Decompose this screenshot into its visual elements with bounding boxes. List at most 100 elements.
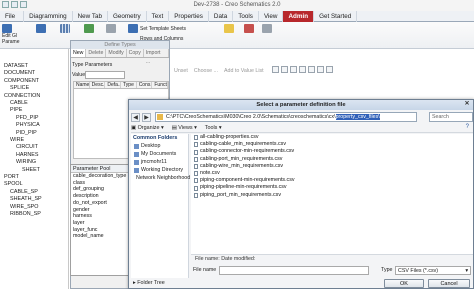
tree-item[interactable]: PFD_PIP bbox=[16, 115, 38, 122]
tree-item[interactable]: WIRE_SPO bbox=[10, 204, 38, 211]
action-button[interactable]: Add to Value List bbox=[221, 67, 267, 79]
file-item[interactable]: all-cabling-properties.csv bbox=[191, 134, 473, 141]
zoom-out-icon[interactable] bbox=[281, 66, 288, 73]
ribbon-btn-a[interactable] bbox=[36, 24, 46, 33]
tab-tools[interactable]: Tools bbox=[233, 11, 259, 22]
file-item[interactable]: piping_port_min_requirements.csv bbox=[191, 192, 473, 199]
zoom-in-icon[interactable] bbox=[272, 66, 279, 73]
tab-new-tab[interactable]: New Tab bbox=[73, 11, 108, 22]
tree-item[interactable]: PID_PIP bbox=[16, 130, 37, 137]
ribbon-btn-c[interactable] bbox=[84, 24, 94, 33]
cancel-button[interactable]: Cancel bbox=[428, 279, 470, 288]
define-types-tab[interactable]: Copy bbox=[127, 49, 144, 57]
file-item[interactable]: note.csv bbox=[191, 170, 473, 177]
layers-icon[interactable] bbox=[326, 66, 333, 73]
column-header[interactable]: Defa... bbox=[105, 82, 122, 88]
column-header[interactable]: Desc... bbox=[90, 82, 106, 88]
tree-item[interactable]: RIBBON_SP bbox=[10, 211, 41, 218]
fit-icon[interactable] bbox=[299, 66, 306, 73]
tab-get-started[interactable]: Get Started bbox=[314, 11, 358, 22]
tree-item[interactable]: PORT bbox=[4, 174, 19, 181]
nav-item[interactable]: Desktop bbox=[131, 142, 188, 150]
tab-geometry[interactable]: Geometry bbox=[108, 11, 147, 22]
ribbon-btn-g[interactable] bbox=[244, 24, 254, 33]
tree-item[interactable]: CIRCUIT bbox=[16, 144, 38, 151]
define-types-tab[interactable]: New bbox=[71, 49, 87, 57]
tools-menu[interactable]: Tools ▾ bbox=[205, 124, 222, 132]
help-icon[interactable]: ? bbox=[466, 124, 469, 130]
ribbon-btn-h[interactable] bbox=[262, 24, 272, 33]
list-item[interactable]: cable_decoration_type bbox=[71, 173, 135, 180]
list-item[interactable]: description bbox=[71, 193, 135, 200]
tab-data[interactable]: Data bbox=[209, 11, 234, 22]
tab-view[interactable]: View bbox=[259, 11, 284, 22]
define-types-tab[interactable]: Import ... bbox=[144, 49, 169, 65]
tree-item[interactable]: SHEATH_SP bbox=[10, 196, 42, 203]
file-item[interactable]: cabling-cable_min_requirements.csv bbox=[191, 141, 473, 148]
pan-icon[interactable] bbox=[290, 66, 297, 73]
nav-item[interactable]: Network Neighborhood bbox=[131, 174, 190, 182]
list-item[interactable]: gender bbox=[71, 207, 135, 214]
nav-item[interactable]: Working Directory bbox=[131, 166, 188, 174]
tab-properties[interactable]: Properties bbox=[169, 11, 209, 22]
tree-item[interactable]: PIPE bbox=[10, 107, 22, 114]
grid-icon[interactable] bbox=[317, 66, 324, 73]
ribbon-btn-b[interactable] bbox=[60, 24, 70, 33]
tree-item[interactable]: HARNES bbox=[16, 152, 38, 159]
tree-item[interactable]: SPOOL bbox=[4, 181, 23, 188]
refresh-icon[interactable] bbox=[308, 66, 315, 73]
search-input[interactable]: Search bbox=[429, 112, 473, 122]
file-type-select[interactable]: CSV Files (*.csv) ▾ bbox=[395, 266, 471, 275]
folder-tree-toggle[interactable]: ▸ Folder Tree bbox=[133, 279, 165, 287]
tree-item[interactable]: WIRE bbox=[10, 137, 24, 144]
define-types-tab[interactable]: Modify bbox=[106, 49, 127, 57]
tree-item[interactable]: SPLICE bbox=[10, 85, 29, 92]
list-item[interactable]: def_grouping bbox=[71, 186, 135, 193]
action-button[interactable]: Choose ... bbox=[191, 67, 221, 79]
tab-text[interactable]: Text bbox=[147, 11, 170, 22]
list-item[interactable]: class bbox=[71, 180, 135, 187]
value-input[interactable] bbox=[85, 71, 125, 79]
ribbon-btn-f[interactable] bbox=[224, 24, 234, 33]
tree-item[interactable]: DOCUMENT bbox=[4, 70, 35, 77]
tree-item[interactable]: PHYSICA bbox=[16, 122, 40, 129]
set-template-sheets-button[interactable]: Set Template Sheets bbox=[140, 26, 186, 32]
close-icon[interactable]: ✕ bbox=[463, 101, 471, 108]
column-header[interactable]: Cons... bbox=[137, 82, 153, 88]
address-field[interactable]: C:\PTC\CreoSchematics\M030\Creo 2.0\Sche… bbox=[155, 112, 417, 122]
nav-item[interactable]: jmcmohr11 bbox=[131, 158, 188, 166]
tab-admin[interactable]: Admin bbox=[283, 11, 315, 22]
tree-item[interactable]: CONNECTION bbox=[4, 93, 40, 100]
file-item[interactable]: cabling-wire_min_requirements.csv bbox=[191, 163, 473, 170]
list-item[interactable]: model_name bbox=[71, 233, 135, 240]
tab-diagramming[interactable]: Diagramming bbox=[24, 11, 73, 22]
tree-item[interactable]: CABLE_SP bbox=[10, 189, 38, 196]
list-item[interactable]: layer bbox=[71, 220, 135, 227]
views-menu[interactable]: ▤ Views ▾ bbox=[172, 124, 197, 132]
nav-item[interactable]: My Documents bbox=[131, 150, 188, 158]
back-button[interactable]: ◀ bbox=[131, 112, 140, 122]
edit-globals-button[interactable]: Edit Gl Parame bbox=[2, 24, 20, 45]
tree-item[interactable]: COMPONENT bbox=[4, 78, 39, 85]
column-header[interactable]: Type bbox=[121, 82, 137, 88]
forward-button[interactable]: ▶ bbox=[142, 112, 151, 122]
ok-button[interactable]: OK bbox=[384, 279, 424, 288]
tree-item[interactable]: SHEET bbox=[22, 167, 40, 174]
list-item[interactable]: layer_func bbox=[71, 227, 135, 234]
file-item[interactable]: piping-component-min-requirements.csv bbox=[191, 177, 473, 184]
list-item[interactable]: harness bbox=[71, 213, 135, 220]
define-types-tab[interactable]: Delete bbox=[86, 49, 107, 57]
column-header[interactable]: Function F... bbox=[152, 82, 169, 88]
file-name-input[interactable] bbox=[219, 266, 369, 275]
ribbon-btn-d[interactable] bbox=[106, 24, 116, 33]
action-button[interactable]: Unset bbox=[171, 67, 191, 79]
tree-item[interactable]: DATASET bbox=[4, 63, 28, 70]
tree-item[interactable]: WIRING bbox=[16, 159, 36, 166]
ribbon-btn-e[interactable] bbox=[128, 24, 138, 33]
file-item[interactable]: piping-pipeline-min-requirements.csv bbox=[191, 184, 473, 191]
organize-menu[interactable]: ▣ Organize ▾ bbox=[131, 124, 164, 132]
list-item[interactable]: do_not_export bbox=[71, 200, 135, 207]
tab-file[interactable]: File bbox=[0, 11, 25, 22]
tree-item[interactable]: CABLE bbox=[10, 100, 28, 107]
file-item[interactable]: cabling-port_min_requirements.csv bbox=[191, 156, 473, 163]
